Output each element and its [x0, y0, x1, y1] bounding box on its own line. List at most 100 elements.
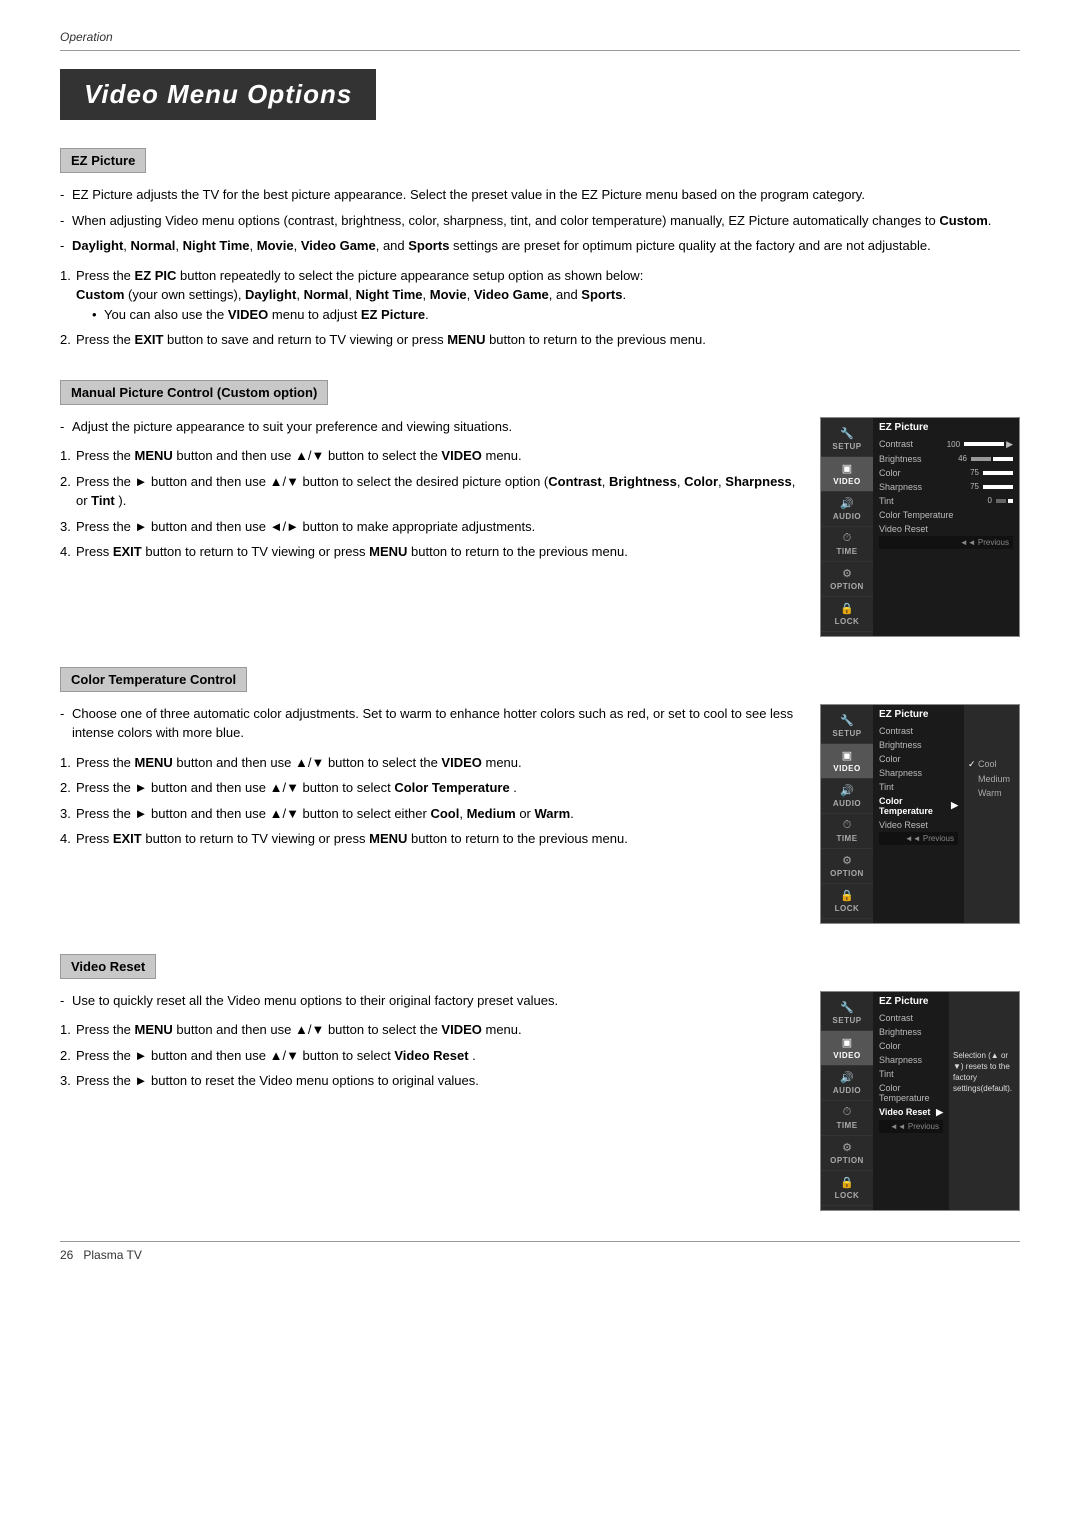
tv-submenu-video-reset: Selection (▲ or ▼) resets to the factory… [949, 992, 1019, 1210]
step-item: 1. Press the MENU button and then use ▲/… [60, 446, 800, 466]
bullet-item: Choose one of three automatic color adju… [60, 704, 800, 743]
tv-row-label: Sharpness [879, 768, 922, 778]
sidebar-option-2: ⚙ OPTION [821, 849, 873, 884]
tv-row-contrast: Contrast 100 ▶ [879, 437, 1013, 452]
tv-bar-container: 75 [970, 468, 1013, 477]
tv-row-label: Color [879, 468, 901, 478]
sidebar-lock: 🔒 LOCK [821, 597, 873, 632]
tv-row-label: Video Reset [879, 820, 928, 830]
arrow-icon-3: ▶ [936, 1107, 943, 1118]
time-icon-3: ⏱ [843, 1106, 852, 1119]
tv-bar-fill [1008, 499, 1013, 503]
tv-row-value: 75 [970, 482, 979, 491]
ez-picture-section: EZ Picture EZ Picture adjusts the TV for… [60, 148, 1020, 350]
sidebar-time-label-2: TIME [836, 834, 857, 843]
tv-row-video-reset-selected: Video Reset ▶ [879, 1105, 943, 1120]
tv-row-label: Tint [879, 782, 894, 792]
tv-sidebar-3: 🔧 SETUP ▣ VIDEO 🔊 AUDIO ⏱ TIME [821, 992, 873, 1210]
manual-picture-bullets: Adjust the picture appearance to suit yo… [60, 417, 800, 437]
sidebar-audio-label-2: AUDIO [833, 799, 861, 808]
sidebar-setup-2: 🔧 SETUP [821, 709, 873, 744]
video-reset-section: Video Reset Use to quickly reset all the… [60, 954, 1020, 1211]
sidebar-time-label: TIME [836, 547, 857, 556]
tv-row-value: 46 [958, 454, 967, 463]
video-reset-body: Use to quickly reset all the Video menu … [60, 991, 1020, 1211]
video-reset-text: Use to quickly reset all the Video menu … [60, 991, 800, 1097]
tv-row-label: Sharpness [879, 1055, 922, 1065]
sidebar-video: ▣ VIDEO [821, 457, 873, 492]
sidebar-time-3: ⏱ TIME [821, 1101, 873, 1136]
sidebar-audio-label-3: AUDIO [833, 1086, 861, 1095]
tv-row-value: 100 [947, 440, 960, 449]
tv-row-value: 75 [970, 468, 979, 477]
tv-menu-inner-2: 🔧 SETUP ▣ VIDEO 🔊 AUDIO ⏱ TIME [821, 705, 1019, 923]
audio-icon: 🔊 [840, 497, 854, 510]
sidebar-lock-3: 🔒 LOCK [821, 1171, 873, 1206]
tv-menu-title: EZ Picture [879, 422, 1013, 433]
tv-bar-container: 0 [988, 496, 1013, 505]
tv-row-tint-3: Tint [879, 1067, 943, 1081]
tv-bar [983, 485, 1013, 489]
sidebar-video-label-2: VIDEO [833, 764, 860, 773]
bottom-divider [60, 1241, 1020, 1242]
tv-row-label: Color Temperature [879, 796, 951, 816]
tv-row-value: 0 [988, 496, 992, 505]
tv-row-sharpness-3: Sharpness [879, 1053, 943, 1067]
tv-submenu-warm: Warm [968, 786, 1015, 800]
color-temp-header: Color Temperature Control [60, 667, 247, 692]
sidebar-option-3: ⚙ OPTION [821, 1136, 873, 1171]
ez-picture-header: EZ Picture [60, 148, 146, 173]
tv-row-video-reset-2: Video Reset [879, 818, 958, 832]
bullet-item: When adjusting Video menu options (contr… [60, 211, 1020, 231]
tv-row-label: Color [879, 754, 901, 764]
tv-row-label: Sharpness [879, 482, 922, 492]
sidebar-video-2: ▣ VIDEO [821, 744, 873, 779]
step-item: 3. Press the ► button to reset the Video… [60, 1071, 800, 1091]
manual-picture-steps: 1. Press the MENU button and then use ▲/… [60, 446, 800, 562]
color-temp-text: Choose one of three automatic color adju… [60, 704, 800, 855]
video-icon: ▣ [842, 462, 852, 475]
tv-bar [996, 499, 1006, 503]
step-item: 3. Press the ► button and then use ▲/▼ b… [60, 804, 800, 824]
sidebar-time-label-3: TIME [836, 1121, 857, 1130]
step-item: 2. Press the EXIT button to save and ret… [60, 330, 1020, 350]
sidebar-video-label-3: VIDEO [833, 1051, 860, 1060]
tv-row-video-reset: Video Reset [879, 522, 1013, 536]
tv-sidebar-2: 🔧 SETUP ▣ VIDEO 🔊 AUDIO ⏱ TIME [821, 705, 873, 923]
manual-picture-body: Adjust the picture appearance to suit yo… [60, 417, 1020, 637]
tv-row-color: Color 75 [879, 466, 1013, 480]
sidebar-lock-label-3: LOCK [835, 1191, 860, 1200]
tv-menu-video-reset: 🔧 SETUP ▣ VIDEO 🔊 AUDIO ⏱ TIME [820, 991, 1020, 1211]
tv-menu-manual: 🔧 SETUP ▣ VIDEO 🔊 AUDIO ⏱ TIME [820, 417, 1020, 637]
tv-row-label: Video Reset [879, 1107, 930, 1117]
sidebar-lock-label-2: LOCK [835, 904, 860, 913]
sidebar-time: ⏱ TIME [821, 527, 873, 562]
tv-row-label: Contrast [879, 439, 913, 449]
tv-row-color-2: Color [879, 752, 958, 766]
tv-footer: ◄◄ Previous [879, 536, 1013, 549]
sidebar-audio-2: 🔊 AUDIO [821, 779, 873, 814]
tv-row-label: Contrast [879, 1013, 913, 1023]
color-temp-section: Color Temperature Control Choose one of … [60, 667, 1020, 924]
tv-menu-title-2: EZ Picture [879, 709, 958, 720]
step-item: 2. Press the ► button and then use ▲/▼ b… [60, 472, 800, 511]
step-item: 2. Press the ► button and then use ▲/▼ b… [60, 1046, 800, 1066]
tv-sidebar: 🔧 SETUP ▣ VIDEO 🔊 AUDIO ⏱ TIME [821, 418, 873, 636]
tv-bar [964, 442, 1004, 446]
tv-submenu-medium: Medium [968, 772, 1015, 786]
step-item: 1. Press the EZ PIC button repeatedly to… [60, 266, 1020, 325]
page-title: Video Menu Options [60, 69, 376, 120]
tv-content-wrapper-3: EZ Picture Contrast Brightness Color Sha… [873, 992, 1019, 1210]
video-reset-bullets: Use to quickly reset all the Video menu … [60, 991, 800, 1011]
tv-content-manual: EZ Picture Contrast 100 ▶ Brightness 46 [873, 418, 1019, 636]
tv-footer-3: ◄◄ Previous [879, 1120, 943, 1133]
option-icon-3: ⚙ [842, 1141, 852, 1154]
tv-bar-container: 75 [970, 482, 1013, 491]
sidebar-setup-label: SETUP [832, 442, 861, 451]
page-number: 26 Plasma TV [60, 1248, 1020, 1262]
tv-footer-2: ◄◄ Previous [879, 832, 958, 845]
tv-row-brightness: Brightness 46 [879, 452, 1013, 466]
setup-icon-3: 🔧 [840, 1001, 854, 1014]
tv-row-label: Contrast [879, 726, 913, 736]
tv-content-color-temp: EZ Picture Contrast Brightness Color Sha… [873, 705, 964, 923]
